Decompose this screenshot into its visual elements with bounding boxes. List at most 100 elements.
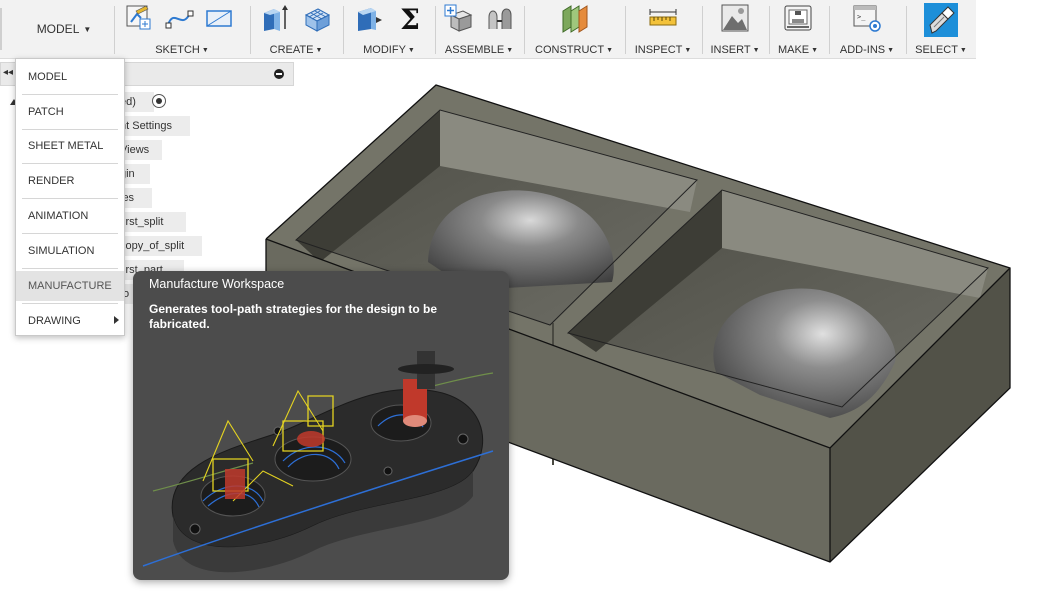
active-component-radio-icon[interactable]	[152, 94, 166, 108]
toolbar-left-edge	[0, 8, 2, 50]
menu-separator	[22, 303, 118, 304]
toolbar-separator	[625, 6, 626, 54]
construct-menu-button[interactable]: CONSTRUCT ▼	[527, 44, 621, 56]
menu-separator	[22, 163, 118, 164]
toolbar-group-insert: INSERT ▼	[704, 0, 766, 58]
press-pull-icon[interactable]	[353, 3, 383, 33]
toolbar-separator	[524, 6, 525, 54]
browser-item-first-split[interactable]: first_split	[120, 212, 186, 232]
menu-separator	[22, 198, 118, 199]
scripts-icon[interactable]: >_	[852, 3, 882, 33]
menu-item-render[interactable]: RENDER	[16, 166, 124, 196]
create-menu-button[interactable]: CREATE ▼	[252, 44, 340, 56]
toolbar-group-make: MAKE ▼	[771, 0, 825, 58]
new-component-icon[interactable]	[443, 3, 473, 33]
make-menu-button[interactable]: MAKE ▼	[771, 44, 825, 56]
select-label: SELECT	[915, 44, 958, 56]
menu-item-manufacture[interactable]: MANUFACTURE	[16, 271, 124, 301]
chevron-down-icon: ▼	[506, 47, 514, 54]
assemble-label: ASSEMBLE	[444, 44, 505, 56]
create-sketch-icon[interactable]	[124, 3, 154, 33]
toolbar-group-select: SELECT ▼	[908, 0, 974, 58]
extrude-icon[interactable]	[260, 3, 290, 33]
browser-item-label: nt Settings	[120, 120, 172, 132]
make-label: MAKE	[777, 44, 810, 56]
browser-item-label: copy_of_split	[120, 240, 185, 252]
browser-item-document-settings[interactable]: nt Settings	[120, 116, 190, 136]
offset-plane-icon[interactable]	[559, 3, 589, 33]
menu-item-label: SHEET METAL	[28, 140, 104, 152]
svg-text:>_: >_	[857, 13, 866, 21]
modify-menu-button[interactable]: MODIFY ▼	[346, 44, 432, 56]
svg-text:Σ: Σ	[400, 3, 420, 33]
assemble-menu-button[interactable]: ASSEMBLE ▼	[438, 44, 520, 56]
workspace-menu: MODEL PATCH SHEET METAL RENDER ANIMATION…	[15, 58, 125, 336]
toolbar-separator	[906, 6, 907, 54]
toolbar-group-add-ins: >_ ADD-INS ▼	[831, 0, 903, 58]
select-menu-button[interactable]: SELECT ▼	[908, 44, 974, 56]
toolbar-separator	[702, 6, 703, 54]
chevron-down-icon: ▼	[811, 47, 819, 54]
tooltip-description: Generates tool-path strategies for the d…	[149, 302, 438, 331]
browser-item-named-views[interactable]: Views	[120, 140, 162, 160]
select-icon[interactable]	[924, 3, 958, 37]
3d-print-icon[interactable]	[783, 3, 813, 33]
measure-icon[interactable]	[648, 3, 678, 33]
menu-item-label: ANIMATION	[28, 210, 89, 222]
insert-menu-button[interactable]: INSERT ▼	[704, 44, 766, 56]
collapse-browser-icon[interactable]: ◂◂	[3, 67, 13, 78]
browser-item-root[interactable]: ed)	[120, 92, 154, 112]
toolbar-separator	[114, 6, 115, 54]
menu-separator	[22, 233, 118, 234]
chevron-down-icon: ▼	[315, 47, 323, 54]
sketch-label: SKETCH	[155, 44, 200, 56]
create-label: CREATE	[269, 44, 314, 56]
menu-item-label: RENDER	[28, 175, 75, 187]
menu-item-patch[interactable]: PATCH	[16, 97, 124, 127]
sigma-icon[interactable]: Σ	[395, 3, 425, 33]
tooltip-title: Manufacture Workspace	[149, 277, 285, 291]
toolbar-separator	[829, 6, 830, 54]
construct-label: CONSTRUCT	[535, 44, 605, 56]
add-ins-label: ADD-INS	[839, 44, 886, 56]
joint-icon[interactable]	[485, 3, 515, 33]
chevron-down-icon: ▼	[407, 47, 415, 54]
chevron-down-icon: ▼	[887, 47, 895, 54]
form-icon[interactable]	[302, 3, 332, 33]
sketch-menu-button[interactable]: SKETCH ▼	[118, 44, 246, 56]
toolpath-preview-image	[142, 351, 494, 573]
menu-item-animation[interactable]: ANIMATION	[16, 201, 124, 231]
toolbar-separator	[769, 6, 770, 54]
toolbar-separator	[343, 6, 344, 54]
rectangle-sketch-icon[interactable]	[204, 3, 234, 33]
menu-separator	[22, 129, 118, 130]
modify-label: MODIFY	[363, 44, 406, 56]
spline-icon[interactable]	[164, 3, 194, 33]
menu-item-label: DRAWING	[28, 315, 81, 327]
toolbar-group-construct: CONSTRUCT ▼	[527, 0, 621, 58]
browser-item-copy-of-split[interactable]: copy_of_split	[120, 236, 202, 256]
menu-item-model[interactable]: MODEL	[16, 62, 124, 92]
chevron-down-icon: ▼	[752, 47, 760, 54]
toolbar-group-inspect: INSPECT ▼	[628, 0, 698, 58]
browser-close-icon[interactable]	[274, 69, 284, 79]
insert-image-icon[interactable]	[720, 3, 750, 33]
toolbar-group-sketch: SKETCH ▼	[118, 0, 246, 58]
workspace-switcher-button[interactable]: MODEL ▼	[14, 0, 114, 58]
toolbar-group-modify: Σ MODIFY ▼	[346, 0, 432, 58]
toolbar-separator	[250, 6, 251, 54]
inspect-label: INSPECT	[634, 44, 683, 56]
submenu-arrow-icon	[114, 316, 119, 324]
menu-item-label: PATCH	[28, 106, 64, 118]
menu-item-simulation[interactable]: SIMULATION	[16, 236, 124, 266]
add-ins-menu-button[interactable]: ADD-INS ▼	[831, 44, 903, 56]
chevron-down-icon: ▼	[959, 47, 967, 54]
inspect-menu-button[interactable]: INSPECT ▼	[628, 44, 698, 56]
chevron-down-icon: ▼	[201, 47, 209, 54]
chevron-down-icon: ▼	[83, 24, 92, 34]
menu-separator	[22, 94, 118, 95]
toolbar: MODEL ▼ SKETCH ▼ CREATE ▼ Σ MODIFY ▼ ASS…	[0, 0, 976, 59]
menu-item-label: SIMULATION	[28, 245, 95, 257]
menu-item-sheet-metal[interactable]: SHEET METAL	[16, 131, 124, 161]
menu-item-drawing[interactable]: DRAWING	[16, 306, 124, 336]
